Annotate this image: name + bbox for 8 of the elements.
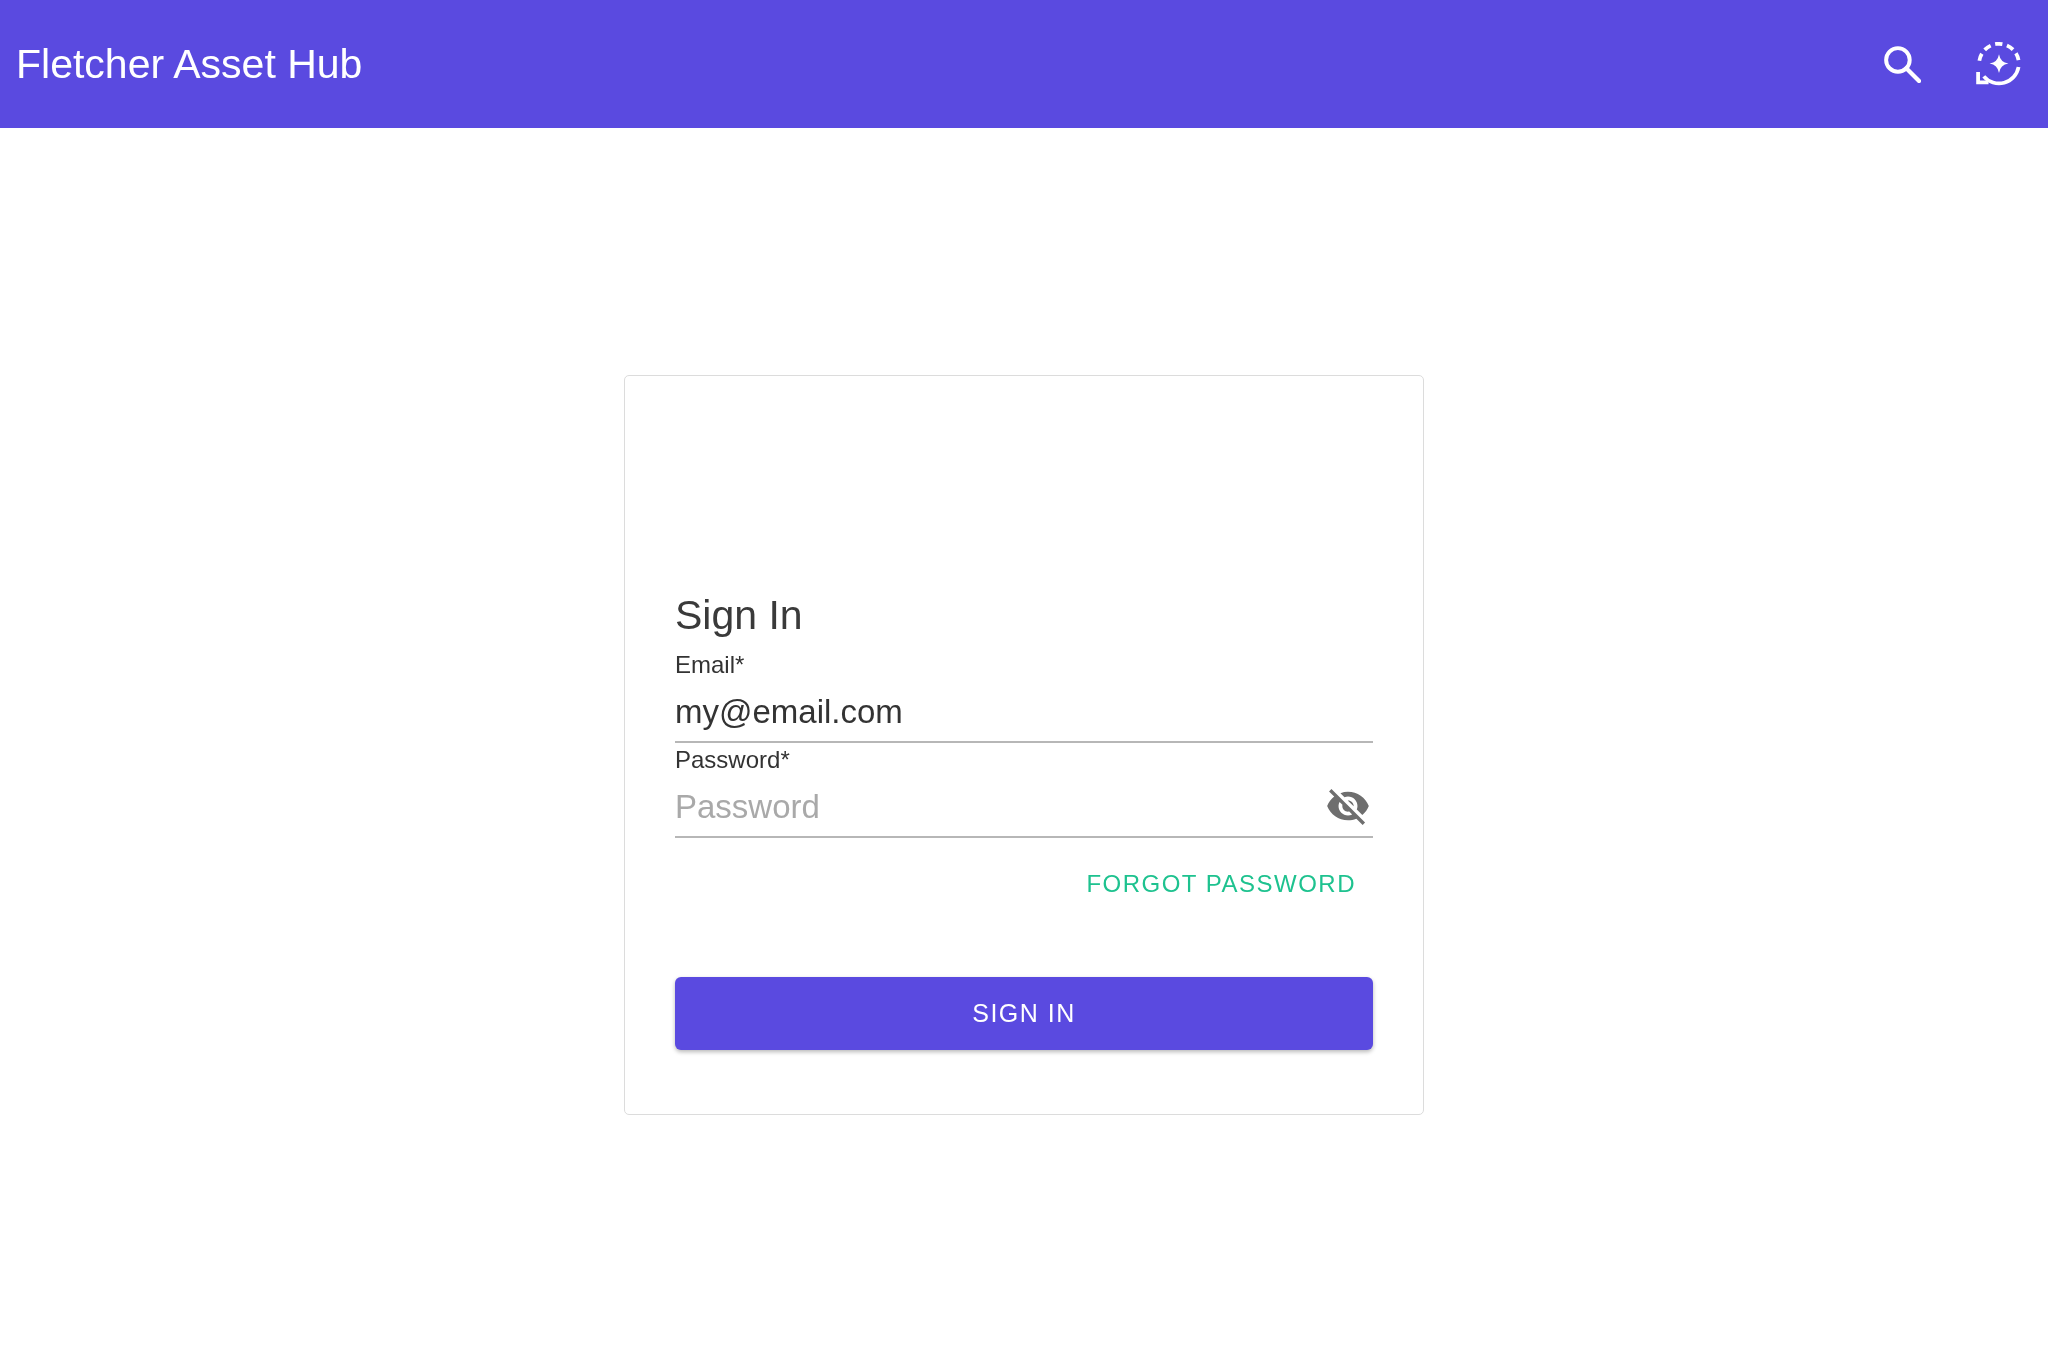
field-label: Password* bbox=[675, 746, 791, 774]
card-title: Sign In bbox=[675, 592, 804, 638]
sparkle-cycle-icon bbox=[1976, 41, 2022, 87]
search-icon bbox=[1884, 45, 1921, 83]
sign-in-button[interactable]: SIGN IN bbox=[675, 977, 1373, 1050]
field-label: Email* bbox=[675, 651, 746, 679]
app-title: Fletcher Asset Hub bbox=[16, 40, 363, 88]
email-field[interactable]: my@email.com bbox=[675, 679, 1373, 743]
